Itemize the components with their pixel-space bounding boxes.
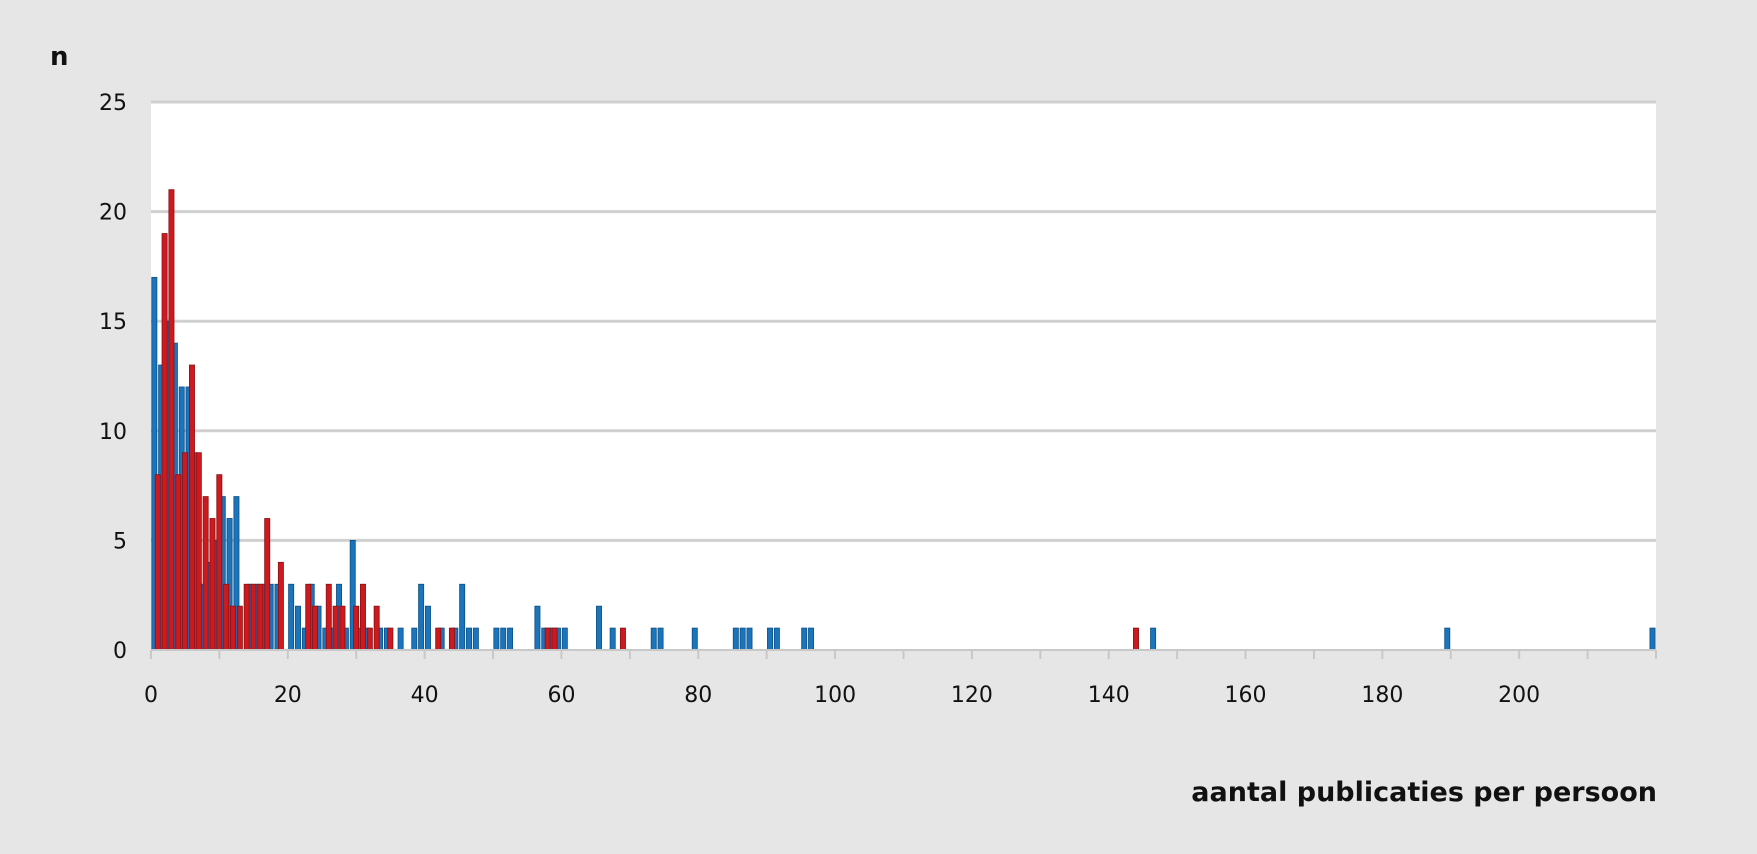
bar-red-31.5: [366, 627, 373, 651]
bar-red-13.5: [243, 583, 250, 651]
bar-red-8.5: [209, 518, 216, 651]
bar-red-22.5: [305, 583, 312, 651]
bar-blue-146: [1150, 627, 1157, 651]
bar-red-10.5: [223, 583, 230, 651]
bar-blue-90: [767, 627, 773, 651]
bar-red-23.5: [312, 605, 319, 651]
y-tick-label: 0: [113, 639, 127, 664]
bar-red-43.5: [448, 627, 455, 651]
bar-red-30.5: [360, 583, 366, 651]
bar-red-9.5: [216, 474, 223, 651]
x-tick-label: 40: [411, 683, 439, 708]
bar-red-26.5: [332, 605, 339, 651]
bar-blue-40: [425, 605, 431, 651]
bar-blue-87: [746, 627, 753, 651]
bar-blue-74: [657, 627, 664, 651]
bar-blue-21: [295, 605, 301, 651]
bar-blue-219: [1649, 627, 1656, 651]
bar-red-14.5: [250, 583, 257, 651]
bar-blue-189: [1444, 627, 1451, 651]
bar-red-12.5: [236, 605, 243, 651]
x-tick-label: 120: [951, 683, 993, 708]
x-tick-label: 180: [1361, 683, 1403, 708]
y-tick-label: 20: [99, 201, 127, 226]
bar-red-2.5: [168, 189, 175, 651]
x-tick-label: 20: [274, 683, 302, 708]
bar-blue-46: [466, 627, 472, 651]
x-tick-labels: 0 20 40 60 80 100 120 140 160 180 200: [144, 683, 1540, 708]
chart-container: 0 5 10 15 20 25 0 20 40 60 80 100 120 140 160 180 200 n…: [0, 0, 1757, 854]
bar-red-41.5: [435, 627, 442, 651]
bar-blue-95: [801, 627, 808, 651]
bar-blue-20: [288, 583, 295, 651]
x-tick-label: 80: [684, 683, 712, 708]
bar-blue-47: [472, 627, 479, 651]
x-tick-label: 160: [1225, 683, 1267, 708]
bar-red-58.5: [551, 627, 558, 651]
bar-red-18.5: [277, 561, 284, 651]
bar-blue-85: [732, 627, 739, 651]
plot-area: [151, 102, 1656, 650]
bar-blue-73: [650, 627, 657, 651]
bar-red-6.5: [195, 452, 202, 651]
bar-blue-56: [534, 605, 541, 651]
bar-red-1.5: [161, 233, 168, 651]
bar-red-27.5: [339, 605, 346, 651]
bar-blue-67: [609, 627, 616, 651]
bar-red-0.5: [154, 474, 161, 651]
y-tick-labels: 0 5 10 15 20 25: [99, 91, 127, 664]
bar-red-11.5: [230, 605, 236, 651]
x-tick-label: 60: [547, 683, 575, 708]
bar-red-7.5: [202, 496, 209, 651]
bar-red-25.5: [325, 583, 332, 651]
bar-red-5.5: [188, 364, 195, 651]
histogram-chart: 0 5 10 15 20 25 0 20 40 60 80 100 120 140 160 180 200 n…: [50, 42, 1657, 808]
bar-red-32.5: [373, 605, 380, 651]
bar-red-15.5: [257, 583, 264, 651]
bar-red-3.5: [175, 474, 182, 651]
bar-red-143.5: [1133, 627, 1139, 651]
bar-red-57.5: [544, 627, 551, 651]
x-tick-label: 0: [144, 683, 158, 708]
y-tick-label: 25: [99, 91, 127, 116]
bar-blue-96: [808, 627, 815, 651]
bar-red-34.5: [387, 627, 394, 651]
bar-blue-50: [493, 627, 500, 651]
bar-blue-36: [397, 627, 404, 651]
bar-blue-38: [411, 627, 418, 651]
bar-blue-52: [507, 627, 514, 651]
x-axis-ticks: [150, 650, 1657, 659]
bar-blue-45: [459, 583, 466, 651]
bar-blue-86: [739, 627, 746, 651]
bar-blue-91: [773, 627, 780, 651]
y-tick-label: 15: [99, 310, 127, 335]
x-tick-label: 200: [1498, 683, 1540, 708]
x-axis-label: aantal publicaties per persoon: [1191, 777, 1657, 808]
bar-blue-79: [691, 627, 698, 651]
x-tick-label: 100: [814, 683, 856, 708]
bar-red-68.5: [619, 627, 626, 651]
bar-blue-51: [500, 627, 507, 651]
bar-blue-60: [561, 627, 568, 651]
y-axis-label: n: [50, 42, 69, 72]
bar-red-29.5: [353, 605, 360, 651]
bar-blue-65: [596, 605, 602, 651]
y-tick-label: 10: [99, 420, 127, 445]
bar-red-4.5: [182, 452, 189, 651]
x-tick-label: 140: [1088, 683, 1130, 708]
bar-red-16.5: [264, 518, 271, 651]
bar-blue-39: [418, 583, 425, 651]
y-tick-label: 5: [113, 529, 127, 554]
